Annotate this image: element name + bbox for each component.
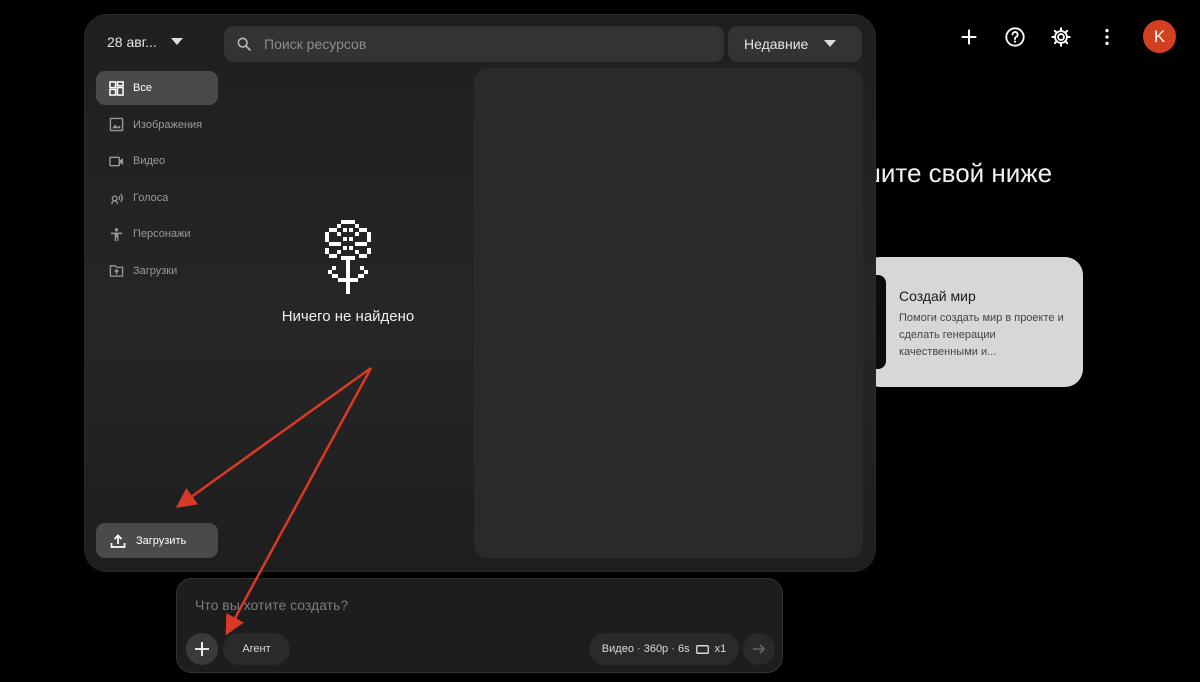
upload-icon [110, 533, 126, 548]
prompt-input[interactable] [193, 596, 753, 614]
sort-value: Недавние [744, 36, 809, 52]
agent-label: Агент [242, 643, 271, 655]
sidebar-item-label: Загрузки [133, 264, 178, 277]
sidebar-item-label: Персонажи [133, 228, 191, 240]
caret-down-icon [824, 40, 837, 47]
avatar[interactable]: K [1143, 20, 1176, 53]
date-filter-dropdown[interactable]: 28 авг... [107, 34, 183, 50]
arrow-right-icon [753, 644, 766, 654]
assets-panel: 28 авг... Недавние Все Изображения Видео… [85, 15, 875, 571]
plus-icon [195, 642, 209, 656]
empty-state: Ничего не найдено [234, 220, 462, 325]
generation-settings-summary: Видео · 360p · 6s [601, 643, 690, 655]
page-heading-fragment: шите свой ниже [860, 158, 1053, 188]
sidebar-item-all[interactable]: Все [96, 71, 218, 105]
help-button[interactable] [999, 21, 1031, 53]
date-filter-value: 28 авг... [107, 34, 157, 50]
aspect-ratio-icon [695, 644, 709, 654]
card-description: Помоги создать мир в проекте и сделать г… [899, 312, 1064, 358]
pixel-flower-icon [325, 220, 371, 294]
prompt-composer: Агент Видео · 360p · 6s x1 [176, 578, 783, 673]
sidebar-item-characters[interactable]: Персонажи [96, 217, 218, 251]
send-button[interactable] [743, 633, 775, 665]
sidebar-item-label: Все [133, 82, 152, 94]
output-count: x1 [714, 643, 727, 655]
top-toolbar: K [953, 20, 1176, 53]
preview-pane [474, 68, 863, 558]
upload-button[interactable]: Загрузить [96, 523, 218, 558]
sidebar-item-voices[interactable]: Голоса [96, 181, 218, 215]
settings-button[interactable] [1045, 21, 1077, 53]
folder-upload-icon [109, 265, 124, 277]
sidebar-item-images[interactable]: Изображения [96, 108, 218, 142]
plus-icon [961, 29, 977, 44]
help-icon [1005, 26, 1025, 47]
create-world-card[interactable]: Создай мир Помоги создать мир в проекте … [862, 257, 1083, 387]
video-icon [109, 156, 124, 166]
sidebar-item-label: Изображения [133, 118, 203, 131]
empty-state-message: Ничего не найдено [281, 308, 415, 325]
sidebar-item-uploads[interactable]: Загрузки [96, 254, 218, 288]
search-icon [237, 37, 251, 51]
sort-dropdown[interactable]: Недавние [728, 26, 862, 62]
gear-icon [1051, 26, 1071, 47]
agent-button[interactable]: Агент [223, 633, 290, 665]
sidebar-item-label: Видео [133, 155, 166, 167]
more-button[interactable] [1091, 21, 1123, 53]
voice-icon [111, 193, 123, 205]
more-vert-icon [1105, 28, 1109, 45]
card-title: Создай мир [899, 288, 976, 304]
image-icon [109, 117, 124, 132]
sidebar-item-label: Голоса [133, 191, 169, 204]
sidebar-item-video[interactable]: Видео [96, 144, 218, 178]
asset-type-sidebar: Все Изображения Видео Голоса Персонажи З… [96, 71, 218, 290]
person-icon [110, 227, 123, 241]
generation-settings-button[interactable]: Видео · 360p · 6s x1 [589, 633, 739, 665]
upload-button-label: Загрузить [136, 534, 187, 547]
add-attachment-button[interactable] [186, 633, 218, 665]
search-input[interactable] [262, 35, 682, 53]
search-box[interactable] [224, 26, 724, 62]
create-button[interactable] [953, 21, 985, 53]
grid-icon [109, 80, 124, 96]
caret-down-icon [170, 38, 183, 45]
